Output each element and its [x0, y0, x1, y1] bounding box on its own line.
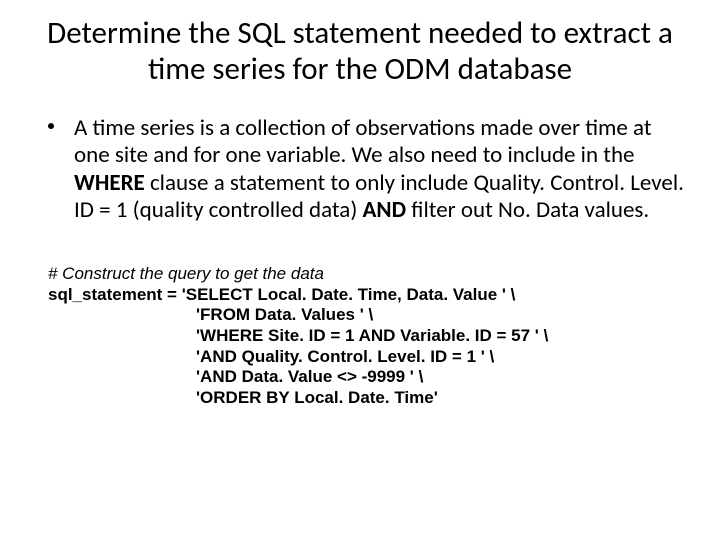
code-line-4: 'AND Quality. Control. Level. ID = 1 ' \ — [48, 347, 690, 368]
bullet-dot-icon — [48, 123, 54, 129]
bullet-text-part1: A time series is a collection of observa… — [74, 114, 652, 169]
bullet-text-part3: filter out No. Data values. — [406, 196, 649, 224]
code-line-5: 'AND Data. Value <> -9999 ' \ — [48, 367, 690, 388]
slide-title: Determine the SQL statement needed to ex… — [30, 16, 690, 87]
code-line-3: 'WHERE Site. ID = 1 AND Variable. ID = 5… — [48, 326, 690, 347]
code-line-2: 'FROM Data. Values ' \ — [48, 305, 690, 326]
code-line-1: sql_statement = 'SELECT Local. Date. Tim… — [48, 285, 690, 306]
code-line-6: 'ORDER BY Local. Date. Time' — [48, 388, 690, 409]
bullet-item: A time series is a collection of observa… — [30, 115, 690, 224]
code-comment: # Construct the query to get the data — [48, 264, 690, 285]
bullet-text-and: AND — [363, 196, 407, 224]
bullet-text-where: WHERE — [74, 169, 145, 197]
code-block: # Construct the query to get the data sq… — [30, 264, 690, 409]
slide: Determine the SQL statement needed to ex… — [0, 0, 720, 540]
